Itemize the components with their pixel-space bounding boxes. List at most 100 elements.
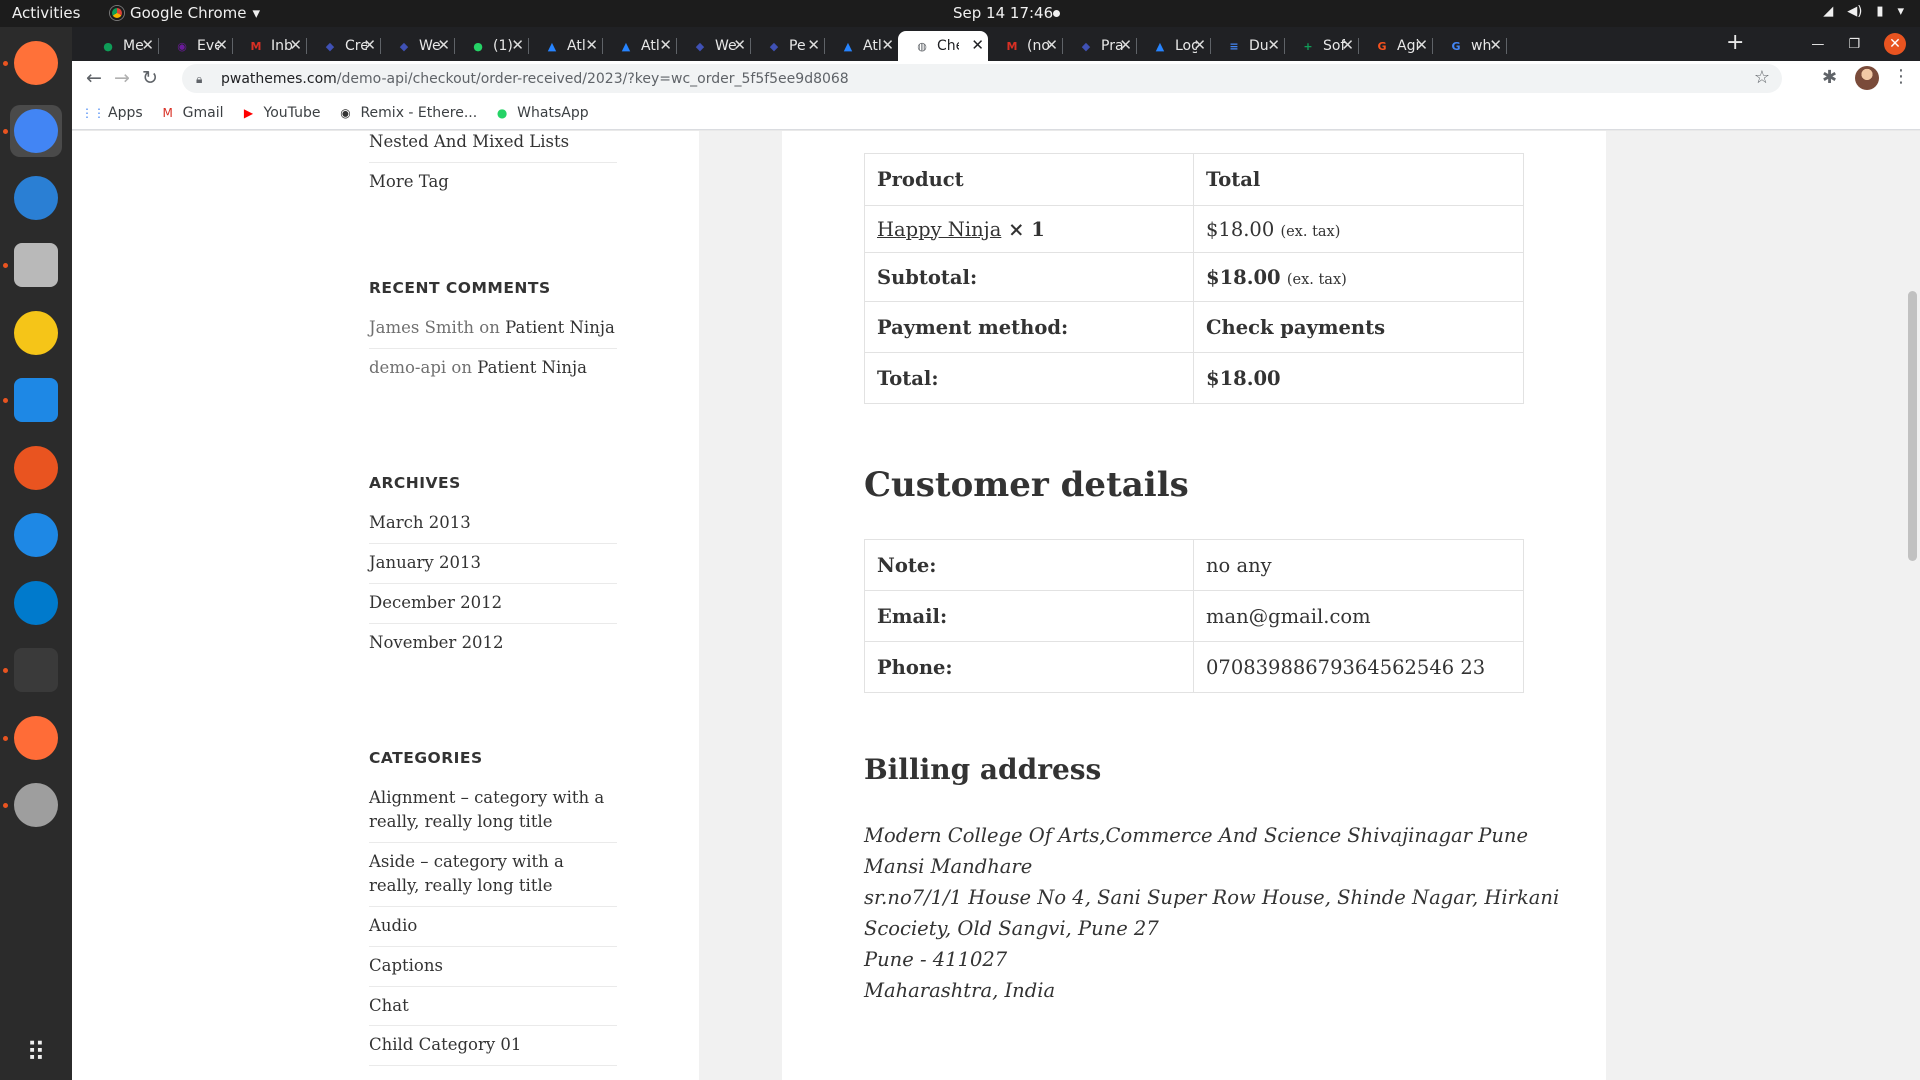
reload-icon[interactable]: ↻	[142, 67, 158, 89]
dock-item-files[interactable]	[10, 239, 62, 291]
tab-favicon-icon: M	[250, 39, 262, 53]
dock-item-thunderbird[interactable]	[10, 172, 62, 224]
tab-close-icon[interactable]: ✕	[215, 36, 228, 54]
bookmark-gmail[interactable]: M Gmail	[161, 105, 223, 121]
comment-post-link[interactable]: Patient Ninja	[505, 318, 615, 337]
tab-close-icon[interactable]: ✕	[971, 36, 984, 54]
app-menu[interactable]: Google Chrome ▾	[110, 4, 260, 22]
dock-item-chrome[interactable]	[10, 105, 62, 157]
sidebar-link[interactable]: January 2013	[369, 544, 617, 584]
scrollbar-thumb[interactable]	[1908, 291, 1917, 561]
browser-tab[interactable]: ≡ Du ✕	[1210, 31, 1285, 61]
dock-item-help[interactable]	[10, 509, 62, 561]
url-host: pwathemes.com	[221, 70, 337, 87]
tab-close-icon[interactable]: ✕	[141, 36, 154, 54]
bookmark-apps-grid[interactable]: ⋮⋮ Apps	[81, 105, 143, 121]
tab-close-icon[interactable]: ✕	[437, 36, 450, 54]
more-menu-icon[interactable]: ⋮	[1892, 66, 1910, 87]
address-bar[interactable]: 🔒︎ pwathemes.com/demo-api/checkout/order…	[182, 64, 1782, 93]
tab-close-icon[interactable]: ✕	[659, 36, 672, 54]
close-window-button[interactable]: ✕	[1884, 33, 1906, 55]
tab-close-icon[interactable]: ✕	[733, 36, 746, 54]
tab-strip: ● Me ✕ ◉ Eve ✕ M Inb ✕ ◆ Cre ✕ ◆ We ✕ ● (1) ✕ ▲ Atl ✕ ▲ Atl ✕ ◆ W…	[72, 27, 1920, 61]
sidebar-link[interactable]: Alignment – category with a really, real…	[369, 779, 617, 843]
show-applications-icon[interactable]: ⠿	[10, 1027, 62, 1079]
archives-title: ARCHIVES	[369, 474, 461, 492]
tab-close-icon[interactable]: ✕	[1341, 36, 1354, 54]
browser-tab[interactable]: ◆ We ✕	[676, 31, 751, 61]
clock[interactable]: Sep 14 17:46	[953, 4, 1053, 22]
tab-close-icon[interactable]: ✕	[1193, 36, 1206, 54]
dock-item-magnifier[interactable]	[10, 779, 62, 831]
dock-item-terminal[interactable]	[10, 644, 62, 696]
dock-item-rhythmbox[interactable]	[10, 307, 62, 359]
tab-close-icon[interactable]: ✕	[807, 36, 820, 54]
bookmark-remix[interactable]: ◉ Remix - Ethere...	[338, 105, 477, 121]
tab-close-icon[interactable]: ✕	[1119, 36, 1132, 54]
activities-button[interactable]: Activities	[12, 4, 80, 22]
forward-icon[interactable]: →	[114, 67, 130, 89]
remix-icon: ◉	[340, 105, 351, 120]
browser-tab[interactable]: ◆ We ✕	[380, 31, 455, 61]
browser-tab[interactable]: M Inb ✕	[232, 31, 307, 61]
browser-tab[interactable]: ◆ Pra ✕	[1062, 31, 1137, 61]
comment-post-link[interactable]: Patient Ninja	[477, 358, 587, 377]
browser-tab[interactable]: ● (1) ✕	[454, 31, 529, 61]
tab-close-icon[interactable]: ✕	[1045, 36, 1058, 54]
sidebar-link[interactable]: Chat	[369, 987, 617, 1027]
profile-avatar[interactable]	[1855, 66, 1879, 90]
dock-item-vscode[interactable]	[10, 577, 62, 629]
battery-icon: ▮	[1876, 4, 1884, 19]
new-tab-button[interactable]: +	[1726, 30, 1744, 55]
bookmark-youtube[interactable]: ▶ YouTube	[242, 105, 321, 121]
back-icon[interactable]: ←	[86, 67, 102, 89]
tab-close-icon[interactable]: ✕	[289, 36, 302, 54]
tab-close-icon[interactable]: ✕	[511, 36, 524, 54]
minimize-icon[interactable]: —	[1811, 37, 1824, 52]
browser-tab[interactable]: ◆ Pe ✕	[750, 31, 825, 61]
lock-icon[interactable]: 🔒︎	[196, 72, 209, 86]
tab-close-icon[interactable]: ✕	[1267, 36, 1280, 54]
browser-tab[interactable]: ▲ Atl ✕	[528, 31, 603, 61]
tab-close-icon[interactable]: ✕	[881, 36, 894, 54]
browser-tab[interactable]: Gwh ✕	[1432, 31, 1507, 61]
sidebar-link[interactable]: More Tag	[369, 163, 617, 202]
bookmark-whatsapp[interactable]: ● WhatsApp	[495, 105, 589, 121]
restore-icon[interactable]: ❐	[1848, 37, 1860, 52]
app-menu-label: Google Chrome	[130, 4, 247, 22]
browser-tab[interactable]: M (no ✕	[988, 31, 1063, 61]
browser-tab[interactable]: ● Me ✕	[84, 31, 159, 61]
product-link[interactable]: Happy Ninja	[877, 218, 1001, 241]
tab-close-icon[interactable]: ✕	[585, 36, 598, 54]
sidebar-link[interactable]: December 2012	[369, 584, 617, 624]
tab-close-icon[interactable]: ✕	[363, 36, 376, 54]
sidebar-link[interactable]: November 2012	[369, 624, 617, 663]
browser-tab[interactable]: G Agi ✕	[1358, 31, 1433, 61]
browser-tab[interactable]: ◍ Che ✕	[898, 31, 988, 61]
dock-item-firefox[interactable]	[10, 37, 62, 89]
browser-tab[interactable]: ▲ Log ✕	[1136, 31, 1211, 61]
tab-favicon-icon: ▲	[1155, 39, 1165, 53]
tab-close-icon[interactable]: ✕	[1415, 36, 1428, 54]
page-scrollbar[interactable]	[1904, 131, 1920, 1080]
sidebar-link[interactable]: Nested And Mixed Lists	[369, 131, 617, 163]
browser-tab[interactable]: + Sof ✕	[1284, 31, 1359, 61]
sidebar-link[interactable]: March 2013	[369, 504, 617, 544]
browser-tab[interactable]: ▲ Atl ✕	[824, 31, 898, 61]
sidebar-link[interactable]: Aside – category with a really, really l…	[369, 843, 617, 907]
browser-tab[interactable]: ◉ Eve ✕	[158, 31, 233, 61]
dock-item-software-center[interactable]	[10, 442, 62, 494]
dock-item-postman[interactable]	[10, 712, 62, 764]
bookmark-star-icon[interactable]: ☆	[1754, 67, 1770, 88]
billing-address-block: Modern College Of Arts,Commerce And Scie…	[864, 820, 1559, 1006]
recent-comments-list: James Smith on Patient Ninja demo-api on …	[369, 309, 617, 388]
browser-tab[interactable]: ▲ Atl ✕	[602, 31, 677, 61]
tab-close-icon[interactable]: ✕	[1489, 36, 1502, 54]
sidebar-link[interactable]: Audio	[369, 907, 617, 947]
extensions-icon[interactable]: ✱	[1822, 67, 1837, 88]
dock-item-writer[interactable]	[10, 374, 62, 426]
system-tray[interactable]: ◢ ◀) ▮ ▾	[1823, 4, 1904, 19]
sidebar-link[interactable]: Child Category 01	[369, 1026, 617, 1067]
sidebar-link[interactable]: Captions	[369, 947, 617, 987]
browser-tab[interactable]: ◆ Cre ✕	[306, 31, 381, 61]
